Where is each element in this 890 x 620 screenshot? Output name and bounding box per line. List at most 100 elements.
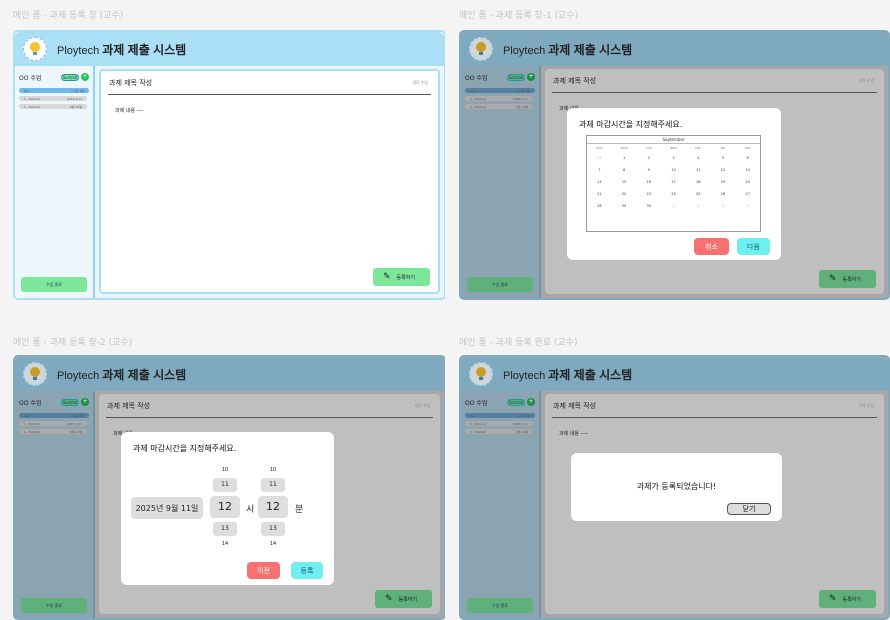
list-item[interactable]: 1 - Tutorial 2025.9.11 [19,421,87,426]
calendar-day[interactable]: 3 [661,152,686,164]
list-item[interactable]: 1 - Tutorial 2025.9.11 [19,96,87,101]
calendar-day[interactable]: 6 [735,152,760,164]
title-input[interactable]: 과제 제목 작성 [109,78,152,88]
sort-pill[interactable]: Sort/all [507,398,525,406]
calendar-day[interactable]: 4 [735,200,760,212]
calendar-day[interactable]: 29 [612,200,637,212]
hour-selected[interactable]: 12 [210,496,240,518]
calendar-day[interactable]: 26 [711,188,736,200]
add-icon[interactable]: + [81,398,89,406]
list-item-name: OO [24,413,29,418]
brand-name: Ploytech [503,44,546,57]
calendar-day[interactable]: 16 [636,176,661,188]
calendar-day[interactable]: 24 [661,188,686,200]
success-message: 과제가 등록되었습니다! [636,482,717,491]
system-name: 과제 제출 시스템 [548,42,633,57]
calendar-day[interactable]: 9 [636,164,661,176]
calendar-day[interactable]: 5 [711,152,736,164]
cancel-button[interactable]: 취소 [694,238,729,255]
calendar-day[interactable]: 19 [711,176,736,188]
end-class-button[interactable]: 수업 종료 [467,598,533,613]
sort-pill[interactable]: Sort/all [61,73,79,81]
calendar-day[interactable]: 21 [587,188,612,200]
list-item[interactable]: 1 - Tutorial 9월 12일 [465,104,533,109]
calendar-day[interactable]: 1 [612,152,637,164]
sidebar-header: OO 수업 Sort/all + [19,396,89,408]
calendar-day[interactable]: 3 [711,200,736,212]
body-input[interactable]: 과제 내용 ---- [115,107,144,114]
list-item-name: OO [24,88,29,93]
board-frame-3: 메인 폼 - 과제 등록 창-2 (교수) Ploytech 과제 제출 시스템… [0,310,446,620]
list-item[interactable]: 1 - Tutorial 9월 12일 [465,429,533,434]
sort-pill[interactable]: Sort/all [61,398,79,406]
date-display[interactable]: 2025년 9월 11일 [131,497,203,519]
end-class-button[interactable]: 수업 종료 [467,277,533,292]
calendar-day[interactable]: 22 [612,188,637,200]
title-input[interactable]: 과제 제목 작성 [553,76,596,86]
list-item-meta: 1시간 1분 [516,88,530,93]
list-item[interactable]: OO 1시간 1분 [465,413,535,418]
calendar-day[interactable]: 2 [686,200,711,212]
calendar-day[interactable]: 27 [735,188,760,200]
wheel-option[interactable]: 13 [213,522,237,536]
calendar-day[interactable]: 11 [686,164,711,176]
calendar-day[interactable]: 13 [735,164,760,176]
register-button[interactable]: ✎ 등록하기 [819,590,876,608]
add-icon[interactable]: + [527,73,535,81]
calendar-day[interactable]: 23 [636,188,661,200]
calendar-day[interactable]: 18 [686,176,711,188]
wheel-option[interactable]: 13 [261,522,285,536]
calendar-day[interactable]: 1 [661,200,686,212]
prev-button[interactable]: 이전 [247,562,280,579]
wheel-option[interactable]: 14 [216,539,234,549]
list-item-meta: 9월 12일 [515,429,528,434]
title-input[interactable]: 과제 제목 작성 [107,401,150,411]
hour-wheel[interactable]: 10 11 12 13 14 [210,465,240,549]
wheel-option[interactable]: 10 [216,465,234,475]
list-item[interactable]: OO 1시간 1분 [19,88,89,93]
sort-pill[interactable]: Sort/all [507,73,525,81]
list-item-meta: 9월 12일 [69,429,82,434]
calendar-day[interactable]: 7 [587,164,612,176]
submit-button[interactable]: 등록 [291,562,323,579]
add-icon[interactable]: + [81,73,89,81]
body-input[interactable]: 과제 내용 ---- [559,430,588,437]
calendar-day[interactable]: 20 [735,176,760,188]
calendar-day[interactable]: 30 [636,200,661,212]
wheel-option[interactable]: 14 [264,539,282,549]
list-item[interactable]: 1 - Tutorial 2025.9.11 [465,96,533,101]
minute-wheel[interactable]: 10 11 12 13 14 [258,465,288,549]
list-item[interactable]: 1 - Tutorial 9월 12일 [19,104,87,109]
calendar-day[interactable]: 14 [587,176,612,188]
title-input[interactable]: 과제 제목 작성 [553,401,596,411]
calendar-day[interactable]: 10 [661,164,686,176]
close-button[interactable]: 닫기 [727,503,771,515]
list-item[interactable]: OO 1시간 1분 [19,413,89,418]
wheel-option[interactable]: 11 [213,478,237,492]
end-class-button[interactable]: 수업 종료 [21,598,87,613]
minute-selected[interactable]: 12 [258,496,288,518]
calendar-day[interactable]: 17 [661,176,686,188]
calendar-day[interactable]: 31 [587,152,612,164]
calendar-day[interactable]: 4 [686,152,711,164]
register-button[interactable]: ✎ 등록하기 [819,270,876,288]
register-button[interactable]: ✎ 등록하기 [373,268,430,286]
calendar-day[interactable]: 12 [711,164,736,176]
wheel-option[interactable]: 10 [264,465,282,475]
pen-icon: ✎ [829,594,837,604]
calendar-day[interactable]: 25 [686,188,711,200]
pen-icon: ✎ [829,274,837,284]
list-item[interactable]: 1 - Tutorial 9월 12일 [19,429,87,434]
calendar-day[interactable]: 28 [587,200,612,212]
list-item[interactable]: OO 1시간 1분 [465,88,535,93]
calendar-day[interactable]: 15 [612,176,637,188]
add-icon[interactable]: + [527,398,535,406]
pen-icon: ✎ [385,594,393,604]
calendar-day[interactable]: 8 [612,164,637,176]
wheel-option[interactable]: 11 [261,478,285,492]
end-class-button[interactable]: 수업 종료 [21,277,87,292]
register-button[interactable]: ✎ 등록하기 [375,590,432,608]
list-item[interactable]: 1 - Tutorial 2025.9.11 [465,421,533,426]
next-button[interactable]: 다음 [737,238,770,255]
calendar-day[interactable]: 2 [636,152,661,164]
